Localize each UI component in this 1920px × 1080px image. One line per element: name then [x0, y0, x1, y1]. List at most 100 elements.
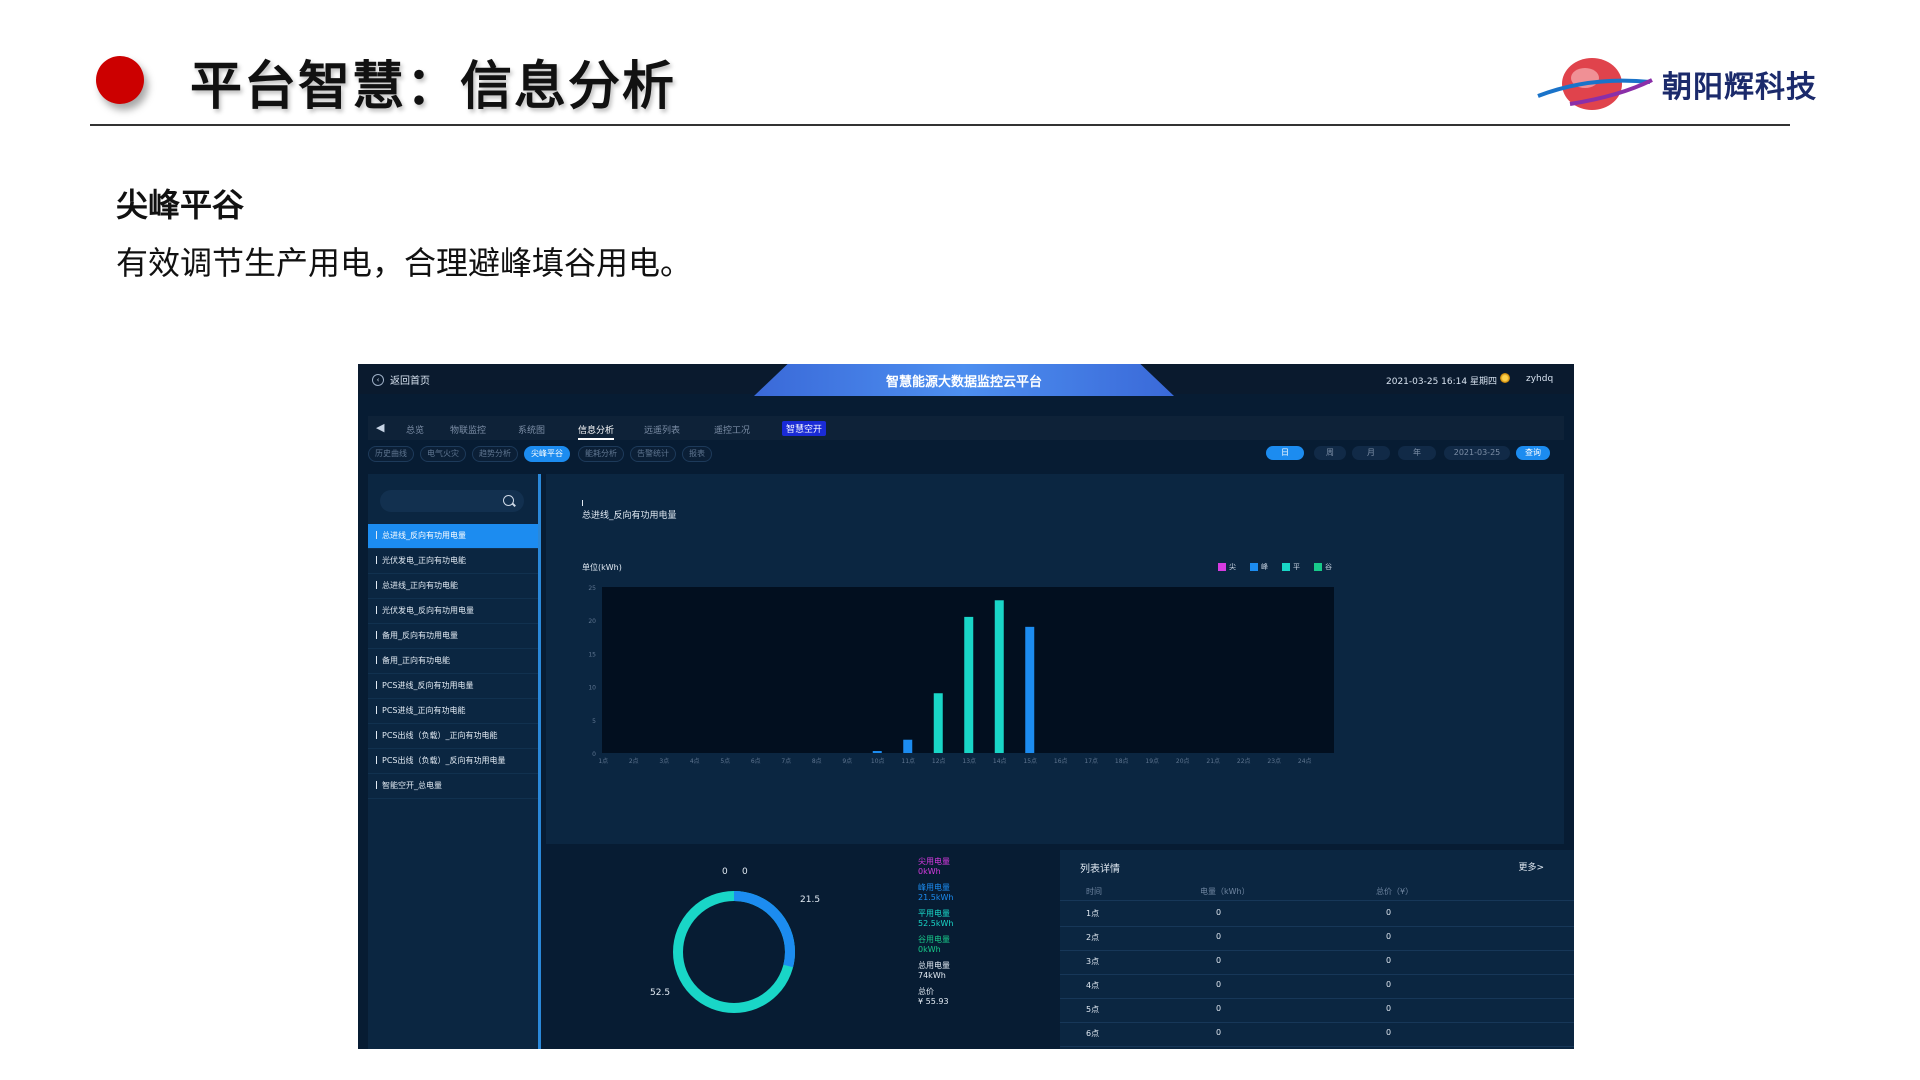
nav-iot-monitor[interactable]: 物联监控	[450, 423, 486, 436]
x-tick-label: 3点	[659, 757, 669, 765]
meter-list-item[interactable]: PCS出线（负载）_反向有功用电量	[368, 749, 538, 774]
table-cell: 0	[1216, 908, 1222, 917]
nav-info-analysis[interactable]: 信息分析	[578, 423, 615, 440]
meter-list-item[interactable]: 光伏发电_正向有功电能	[368, 549, 538, 574]
subnav-alarm-stats[interactable]: 告警统计	[630, 446, 676, 462]
header-divider	[90, 124, 1790, 126]
date-picker[interactable]: 2021-03-25	[1444, 446, 1510, 460]
bar[interactable]	[1025, 626, 1035, 753]
back-home-button[interactable]: ‹ 返回首页	[372, 372, 430, 387]
bar[interactable]	[872, 751, 882, 753]
stat-value: 0kWh	[918, 867, 941, 876]
subnav-peak-valley[interactable]: 尖峰平谷	[524, 446, 570, 462]
meter-list-item[interactable]: 总进线_反向有功用电量	[368, 524, 538, 549]
donut-label-peak: 21.5	[800, 895, 820, 905]
subnav-report[interactable]: 报表	[682, 446, 712, 462]
usage-stats: 尖用电量 0kWh 峰用电量 21.5kWh 平用电量 52.5kWh 谷用电量 0kWh 总用…	[918, 850, 1048, 1049]
search-icon[interactable]	[503, 495, 514, 506]
sub-nav: 历史曲线 电气火灾 趋势分析 尖峰平谷 能耗分析 告警统计 报表 日 周 月 年…	[368, 446, 1564, 462]
table-cell: 2点	[1086, 933, 1100, 942]
meter-list-item[interactable]: 备用_正向有功电能	[368, 649, 538, 674]
stat-value: ¥ 55.93	[918, 997, 949, 1006]
meter-list-item[interactable]: 备用_反向有功用电量	[368, 624, 538, 649]
main-nav: ◀ 总览 物联监控 系统图 信息分析 远遥列表 遥控工况 智慧空开	[368, 416, 1564, 440]
stat-label: 总用电量	[918, 961, 950, 970]
y-tick-label: 0	[592, 751, 596, 758]
slide-title: 平台智慧：信息分析	[190, 57, 677, 117]
bar[interactable]	[903, 739, 913, 753]
period-year-button[interactable]: 年	[1398, 446, 1436, 460]
subnav-trend-analysis[interactable]: 趋势分析	[472, 446, 518, 462]
subnav-energy-analysis[interactable]: 能耗分析	[578, 446, 624, 462]
table-cell: 0	[1386, 932, 1392, 941]
meter-list: 总进线_反向有功用电量 光伏发电_正向有功电能 总进线_正向有功电能 光伏发电_反向有…	[368, 524, 538, 799]
nav-system-diagram[interactable]: 系统图	[518, 423, 545, 436]
meter-list-item[interactable]: PCS进线_反向有功用电量	[368, 674, 538, 699]
section-title: 尖峰平谷	[116, 186, 245, 224]
peak-valley-bar-chart: 0 5 10 15 20 25 1点 2点 3点 4点 5点 6点 7点 8点 9点 10点 11点 12点 13点…	[588, 585, 1334, 765]
donut-label-a: 0	[722, 867, 728, 877]
donut-label-flat: 52.5	[650, 988, 670, 998]
table-row: 4点 0 0	[1060, 974, 1574, 999]
query-button[interactable]: 查询	[1516, 446, 1550, 460]
x-tick-label: 19点	[1145, 757, 1159, 765]
meter-list-panel: 总进线_反向有功用电量 光伏发电_正向有功电能 总进线_正向有功电能 光伏发电_反向有…	[368, 474, 541, 1049]
x-tick-label: 10点	[871, 757, 885, 765]
header-time: 时间	[1086, 887, 1102, 896]
datetime-display: 2021-03-25 16:14 星期四	[1386, 377, 1497, 387]
collapse-arrow-icon[interactable]: ◀	[376, 421, 384, 434]
x-tick-label: 1点	[598, 757, 608, 765]
table-cell: 0	[1216, 932, 1222, 941]
y-tick-label: 15	[588, 651, 596, 658]
header-price: 总价（¥）	[1376, 887, 1414, 896]
more-link[interactable]: 更多>	[1518, 860, 1544, 873]
x-tick-label: 4点	[690, 757, 700, 765]
header-energy: 电量（kWh）	[1200, 887, 1250, 896]
meter-list-item[interactable]: 光伏发电_反向有功用电量	[368, 599, 538, 624]
user-name[interactable]: zyhdq	[1526, 374, 1553, 384]
subnav-history-curve[interactable]: 历史曲线	[368, 446, 414, 462]
platform-title: 智慧能源大数据监控云平台	[885, 375, 1042, 390]
table-cell: 0	[1216, 956, 1222, 965]
period-month-button[interactable]: 月	[1352, 446, 1390, 460]
x-tick-label: 20点	[1176, 757, 1190, 765]
period-day-button[interactable]: 日	[1266, 446, 1304, 460]
x-tick-label: 22点	[1237, 757, 1251, 765]
nav-smart-breaker[interactable]: 智慧空开	[782, 421, 827, 436]
meter-list-item[interactable]: PCS出线（负载）_正向有功电能	[368, 724, 538, 749]
back-arrow-icon: ‹	[372, 373, 384, 386]
meter-list-item[interactable]: 总进线_正向有功电能	[368, 574, 538, 599]
x-tick-label: 7点	[781, 757, 791, 765]
x-tick-label: 11点	[901, 757, 915, 765]
subnav-electric-fire[interactable]: 电气火灾	[420, 446, 466, 462]
stat-label: 总价	[918, 987, 934, 996]
detail-table-header: 时间 电量（kWh） 总价（¥）	[1060, 882, 1574, 901]
stat-value: 52.5kWh	[918, 919, 954, 928]
period-week-button[interactable]: 周	[1314, 446, 1346, 460]
x-tick-label: 13点	[962, 757, 976, 765]
bar[interactable]	[994, 600, 1004, 753]
x-tick-label: 12点	[932, 757, 946, 765]
nav-overview[interactable]: 总览	[406, 423, 424, 436]
stat-value: 21.5kWh	[918, 893, 954, 902]
meter-search-input[interactable]	[380, 490, 524, 512]
stat-value: 0kWh	[918, 945, 941, 954]
table-cell: 0	[1386, 956, 1392, 965]
x-tick-label: 2点	[629, 757, 639, 765]
x-tick-label: 16点	[1054, 757, 1068, 765]
table-cell: 0	[1216, 980, 1222, 989]
y-tick-label: 5	[592, 718, 596, 725]
section-description: 有效调节生产用电，合理避峰填谷用电。	[116, 244, 693, 282]
y-tick-label: 20	[588, 618, 596, 625]
x-tick-label: 15点	[1023, 757, 1037, 765]
meter-list-item[interactable]: 智能空开_总电量	[368, 774, 538, 799]
meter-list-item[interactable]: PCS进线_正向有功电能	[368, 699, 538, 724]
nav-remote-list[interactable]: 远遥列表	[644, 423, 680, 436]
stat-label: 峰用电量	[918, 883, 950, 892]
bar[interactable]	[964, 616, 974, 753]
y-tick-label: 10	[588, 685, 596, 692]
bar[interactable]	[933, 693, 943, 753]
dashboard-screenshot: ‹ 返回首页 智慧能源大数据监控云平台 2021-03-25 16:14 星期四…	[358, 364, 1574, 1049]
nav-remote-control[interactable]: 遥控工况	[714, 423, 750, 436]
y-tick-label: 25	[588, 585, 596, 592]
